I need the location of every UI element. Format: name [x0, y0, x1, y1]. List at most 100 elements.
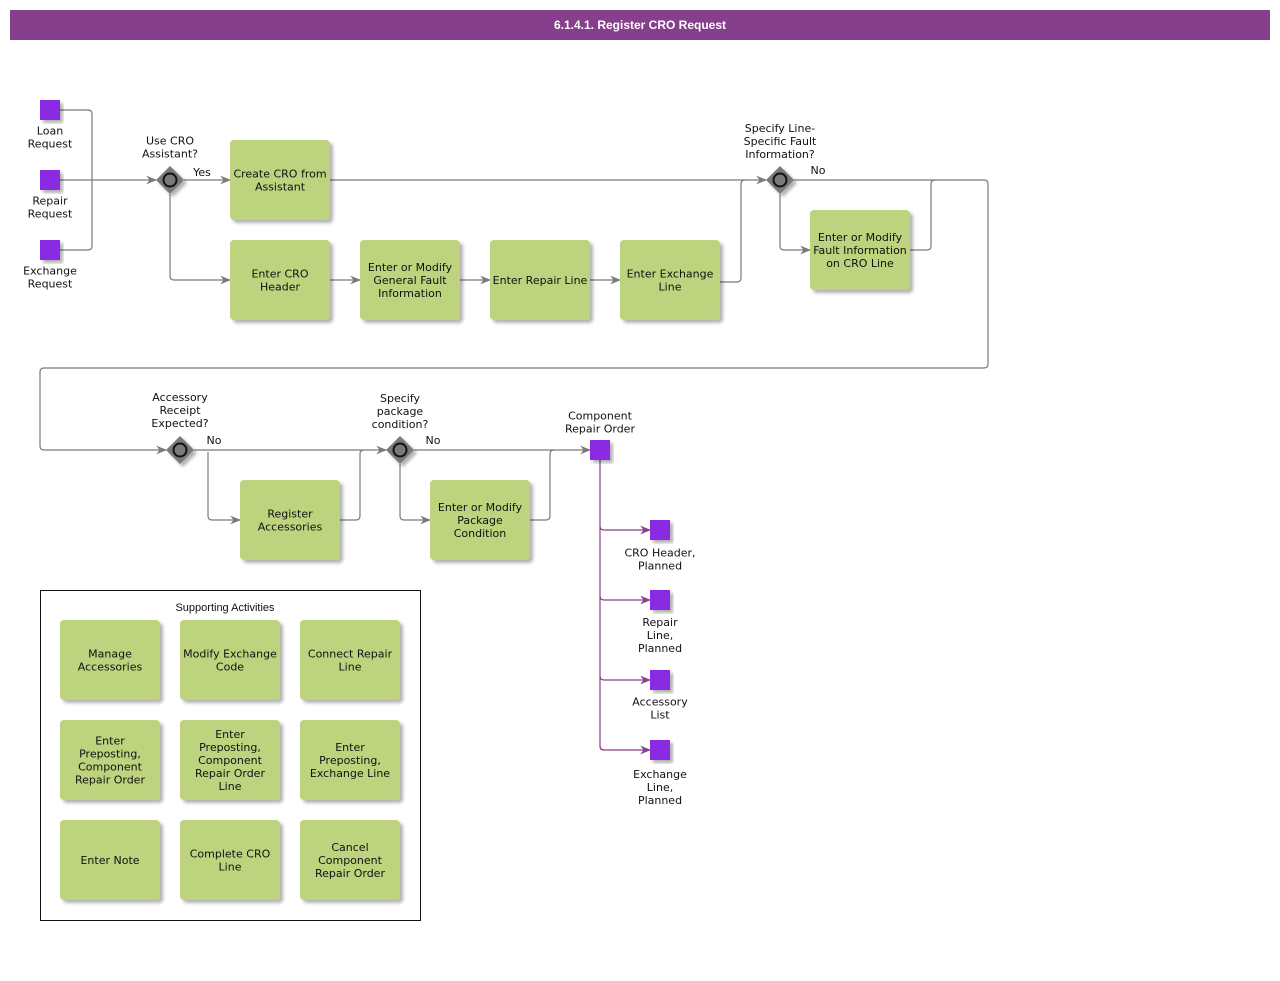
start-event-label-line: Repair: [32, 195, 68, 208]
supporting-activity[interactable]: Enter Preposting, Component Repair Order Lin…: [180, 720, 280, 800]
activity-label-line: Enter Exchange: [627, 268, 714, 281]
output-trunk: [599, 460, 605, 751]
gateway-diamond[interactable]: [156, 166, 184, 194]
gateway-question-label-line: Accessory: [152, 391, 208, 404]
gateway-question-label: Specify package condition?: [372, 392, 429, 431]
gateway-g3[interactable]: [166, 436, 194, 464]
supporting-activity[interactable]: Cancel Component Repair Order: [300, 820, 400, 900]
activity-label-line: Modify Exchange: [183, 648, 277, 661]
activity-label-line: Enter: [95, 735, 125, 748]
activity-a3[interactable]: Enter or Modify General Fault Information: [360, 240, 460, 320]
activity-a7[interactable]: Register Accessories: [240, 480, 340, 560]
start-event-loan[interactable]: [40, 100, 60, 120]
output-flow-2: [599, 595, 652, 605]
activity-label-line: Enter CRO: [251, 268, 308, 281]
supporting-activity[interactable]: Connect Repair Line: [300, 620, 400, 700]
output-label-line: Line,: [647, 781, 673, 794]
output-flow-1: [599, 525, 652, 535]
activity-label-line: Preposting,: [319, 754, 381, 767]
start-event-label: Exchange Request: [23, 265, 77, 291]
activity-label-line: Component: [318, 854, 383, 867]
activity-a5[interactable]: Enter Exchange Line: [620, 240, 720, 320]
branch-label: No: [811, 164, 826, 177]
gateway-question-label-line: Assistant?: [142, 148, 198, 161]
start-event-label-line: Exchange: [23, 265, 77, 278]
output-o2[interactable]: [650, 590, 670, 610]
activity-label-line: Complete CRO: [190, 848, 271, 861]
gateway-question-label-line: Specify: [380, 392, 421, 405]
flow-package-merge: [530, 449, 555, 521]
activity-label-line: Fault Information: [813, 244, 907, 257]
output-flow-3: [599, 675, 652, 685]
activity-label-line: Line: [219, 780, 242, 793]
flow-exchange-to-g2: [720, 179, 746, 283]
gateway-diamond[interactable]: [386, 436, 414, 464]
start-event-exchange[interactable]: [40, 240, 60, 260]
output-label-line: Accessory: [632, 696, 688, 709]
supporting-activity[interactable]: Enter Note: [60, 820, 160, 900]
activity-label: Enter or Modify General Fault Information: [368, 261, 453, 300]
activity-a2[interactable]: Enter CRO Header: [230, 240, 330, 320]
output-label-line: List: [650, 709, 670, 722]
activity-label-line: Component: [78, 761, 143, 774]
activity-label-line: Code: [216, 661, 244, 674]
activity-label-line: Assistant: [255, 181, 306, 194]
gateway-question-label-line: Specific Fault: [744, 135, 817, 148]
activity-a1[interactable]: Create CRO from Assistant: [230, 140, 330, 220]
activity-label-line: Condition: [454, 527, 507, 540]
activity-label-line: Package: [457, 514, 503, 527]
end-event-component-repair-order[interactable]: [590, 440, 610, 460]
output-label-line: Planned: [638, 642, 682, 655]
activity-label-line: Line: [339, 661, 362, 674]
output-o3[interactable]: [650, 670, 670, 690]
activity-label-line: Repair Order: [75, 774, 145, 787]
gateway-diamond[interactable]: [166, 436, 194, 464]
output-o4[interactable]: [650, 740, 670, 760]
activity-a6[interactable]: Enter or Modify Fault Information on CRO L…: [810, 210, 910, 290]
end-event-label: Component Repair Order: [565, 410, 635, 436]
output-o1[interactable]: [650, 520, 670, 540]
start-event-repair[interactable]: [40, 170, 60, 190]
activity-label: Enter or Modify Fault Information on CRO L…: [813, 231, 907, 270]
gateway-diamond[interactable]: [766, 166, 794, 194]
activity-label-line: Accessories: [78, 661, 143, 674]
activity-label-line: Enter: [335, 741, 365, 754]
supporting-activity[interactable]: Modify Exchange Code: [180, 620, 280, 700]
activity-label: Enter Note: [80, 854, 139, 867]
start-event-label-line: Loan: [37, 125, 63, 138]
output-label-line: CRO Header,: [624, 547, 695, 560]
activity-label-line: General Fault: [373, 274, 447, 287]
activity-label-line: Enter Repair Line: [493, 274, 588, 287]
gateway-g4[interactable]: [386, 436, 414, 464]
output-flow-4: [599, 745, 652, 755]
activity-label-line: Repair Order: [195, 767, 265, 780]
flow-to-fault-info-line: [779, 194, 812, 255]
output-label-line: Exchange: [633, 768, 687, 781]
flow-accessories-merge: [340, 449, 365, 521]
gateway-g1[interactable]: [156, 166, 184, 194]
output-label-line: Repair: [642, 616, 678, 629]
gateway-g2[interactable]: [766, 166, 794, 194]
gateway-question-label-line: Information?: [745, 148, 815, 161]
gateway-question-label-line: package: [377, 405, 424, 418]
output-label: Accessory List: [632, 696, 688, 722]
activity-label-line: Enter: [215, 728, 245, 741]
supporting-activity[interactable]: Enter Preposting, Component Repair Order: [60, 720, 160, 800]
end-event-label-line: Component: [568, 410, 633, 423]
supporting-activity[interactable]: Complete CRO Line: [180, 820, 280, 900]
output-label-line: Planned: [638, 794, 682, 807]
branch-label: No: [426, 434, 441, 447]
activity-a4[interactable]: Enter Repair Line: [490, 240, 590, 320]
activity-label-line: Preposting,: [79, 748, 141, 761]
output-label-line: Planned: [638, 560, 682, 573]
supporting-activity[interactable]: Enter Preposting, Exchange Line: [300, 720, 400, 800]
activity-label-line: Component: [198, 754, 263, 767]
activity-label: Enter Repair Line: [493, 274, 588, 287]
flow-to-enter-cro-header: [169, 194, 232, 285]
activity-label-line: Enter or Modify: [368, 261, 453, 274]
start-event-label-line: Request: [28, 208, 73, 221]
start-event-label: Repair Request: [28, 195, 73, 221]
supporting-activity[interactable]: Manage Accessories: [60, 620, 160, 700]
activity-a8[interactable]: Enter or Modify Package Condition: [430, 480, 530, 560]
activity-label-line: Preposting,: [199, 741, 261, 754]
